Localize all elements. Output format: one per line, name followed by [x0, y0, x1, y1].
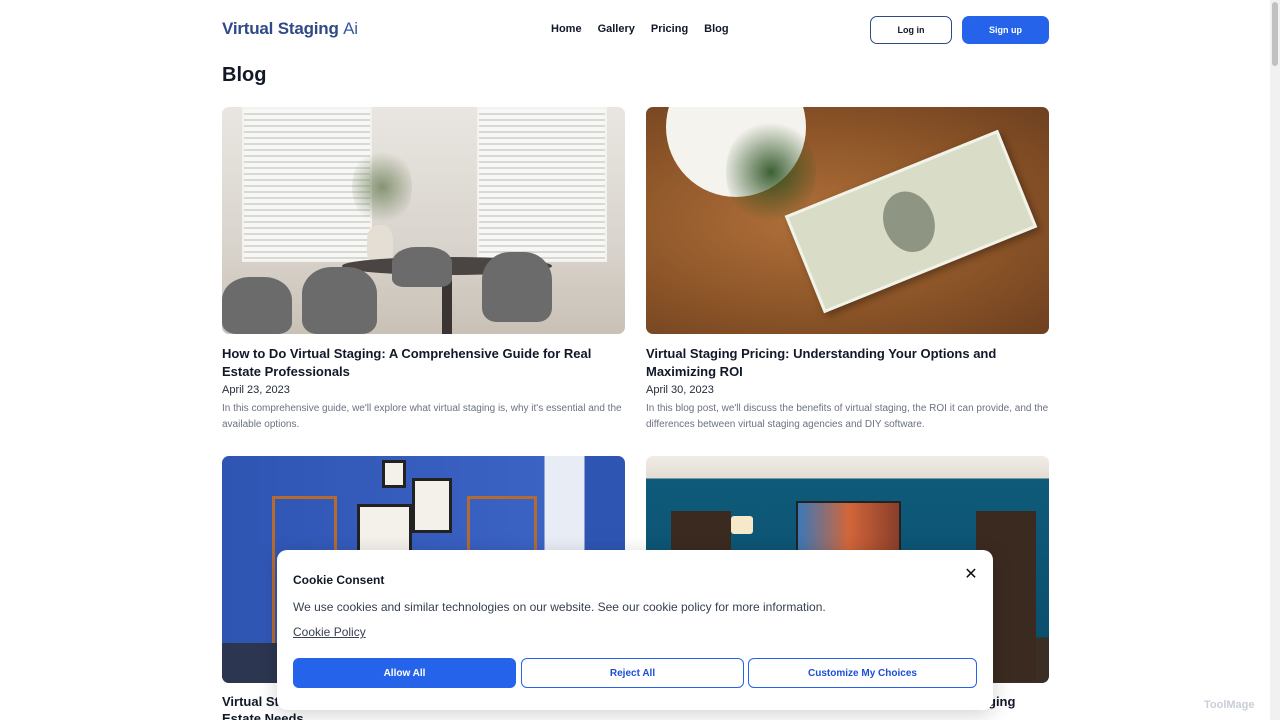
close-icon[interactable]: ✕ [963, 567, 979, 583]
cookie-consent-dialog: Cookie Consent ✕ We use cookies and simi… [277, 550, 993, 710]
blog-card[interactable]: How to Do Virtual Staging: A Comprehensi… [222, 107, 625, 433]
post-date: April 23, 2023 [222, 384, 290, 396]
blog-card[interactable]: Virtual Staging Pricing: Understanding Y… [646, 107, 1049, 433]
signup-button[interactable]: Sign up [962, 16, 1049, 44]
nav-home[interactable]: Home [551, 23, 582, 35]
login-button[interactable]: Log in [870, 16, 952, 44]
post-excerpt: In this comprehensive guide, we'll explo… [222, 403, 622, 430]
logo-ai-text: Ai [343, 19, 358, 38]
cookie-title: Cookie Consent [293, 573, 385, 587]
nav-gallery[interactable]: Gallery [598, 23, 635, 35]
page-scrollbar[interactable] [1270, 0, 1280, 720]
post-date: April 30, 2023 [646, 384, 714, 396]
post-image-dining-room[interactable] [222, 107, 625, 334]
site-logo[interactable]: Virtual Staging Ai [222, 19, 358, 39]
post-title-partial[interactable]: Virtual St [222, 694, 279, 709]
customize-choices-button[interactable]: Customize My Choices [748, 658, 977, 688]
scrollbar-thumb[interactable] [1272, 2, 1278, 66]
main-nav: Home Gallery Pricing Blog [551, 23, 729, 35]
cookie-text: We use cookies and similar technologies … [293, 600, 826, 614]
nav-pricing[interactable]: Pricing [651, 23, 688, 35]
nav-blog[interactable]: Blog [704, 23, 728, 35]
logo-text: Virtual Staging [222, 19, 344, 38]
post-excerpt: In this blog post, we'll discuss the ben… [646, 403, 1049, 430]
cookie-policy-link[interactable]: Cookie Policy [293, 625, 366, 639]
allow-all-button[interactable]: Allow All [293, 658, 516, 688]
post-title[interactable]: How to Do Virtual Staging: A Comprehensi… [222, 345, 625, 381]
post-title-partial-line2[interactable]: Estate Needs [222, 711, 304, 720]
page-title: Blog [222, 64, 267, 86]
post-title[interactable]: Virtual Staging Pricing: Understanding Y… [646, 345, 1049, 381]
watermark-text: ToolMage [1204, 699, 1255, 711]
reject-all-button[interactable]: Reject All [521, 658, 744, 688]
post-image-dollar-bill[interactable] [646, 107, 1049, 334]
site-header: Virtual Staging Ai Home Gallery Pricing … [0, 0, 1270, 60]
